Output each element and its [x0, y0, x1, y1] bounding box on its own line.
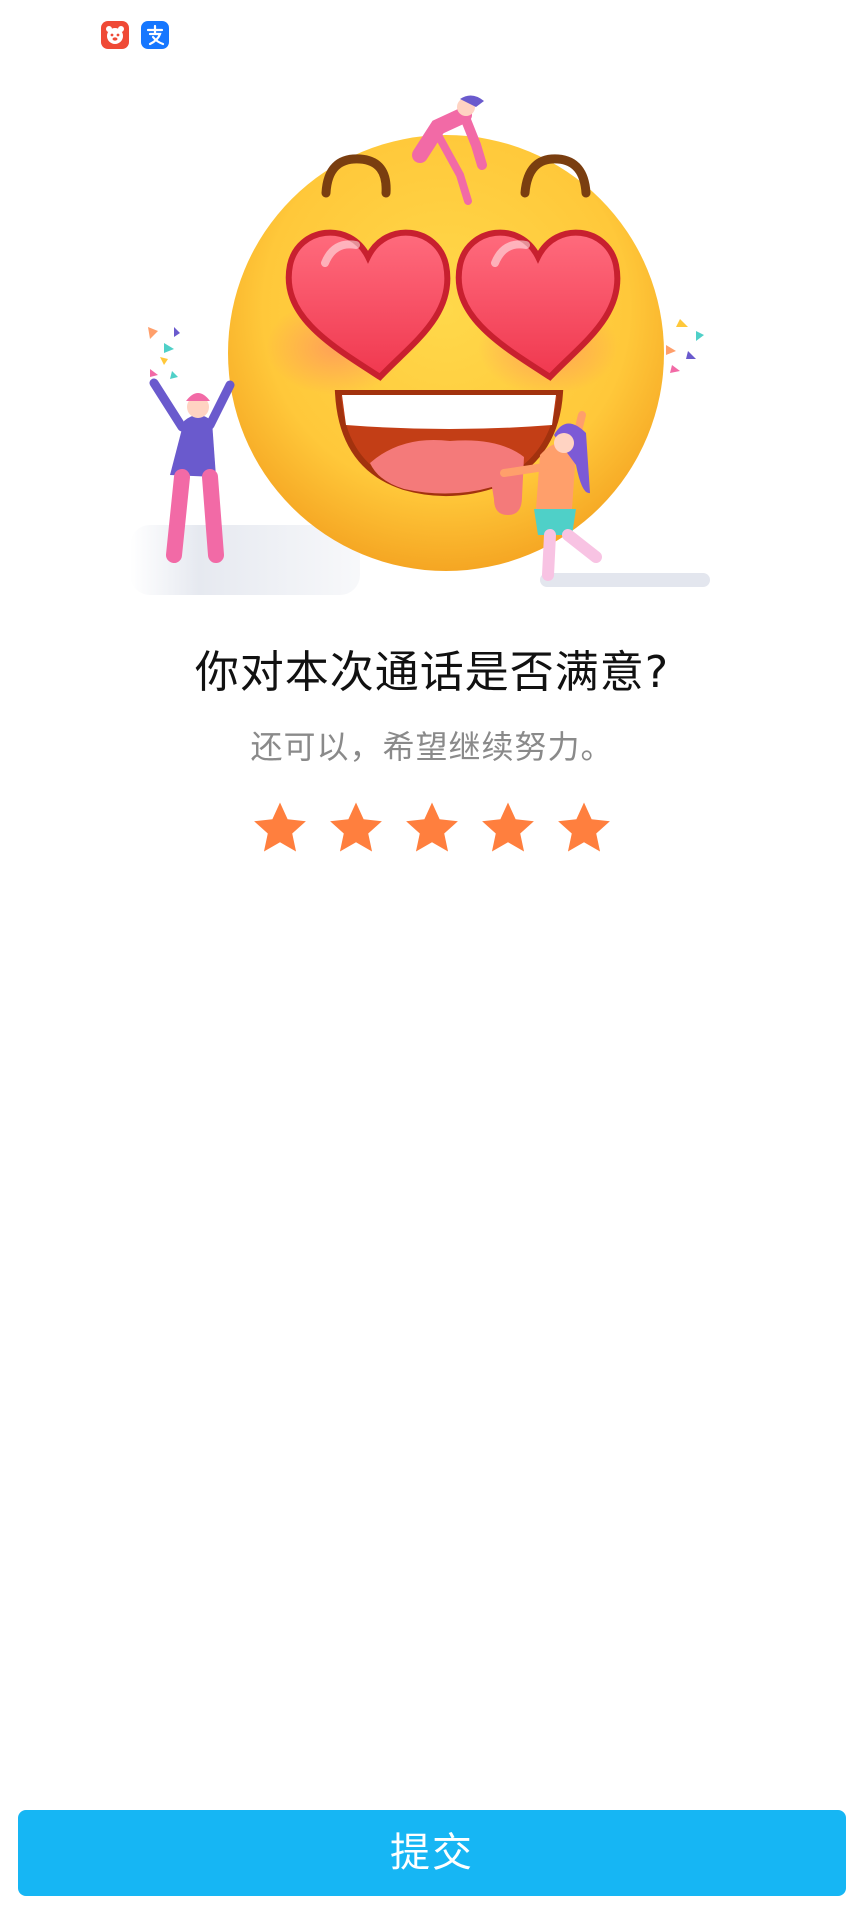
star-icon[interactable]	[478, 798, 538, 858]
submit-button[interactable]: 提交	[18, 1810, 846, 1896]
star-icon[interactable]	[250, 798, 310, 858]
app-notification-icon	[101, 21, 129, 49]
rating-feedback-text: 还可以，希望继续努力。	[250, 728, 614, 766]
star-icon[interactable]	[554, 798, 614, 858]
star-icon[interactable]	[326, 798, 386, 858]
alipay-notification-icon	[141, 21, 169, 49]
rating-question: 你对本次通话是否满意?	[194, 647, 670, 698]
rating-screen: 你对本次通话是否满意? 还可以，希望继续努力。 提交	[0, 0, 864, 1920]
star-icon[interactable]	[402, 798, 462, 858]
star-rating[interactable]	[0, 798, 864, 860]
hero-illustration	[120, 95, 744, 605]
status-bar	[0, 0, 864, 70]
